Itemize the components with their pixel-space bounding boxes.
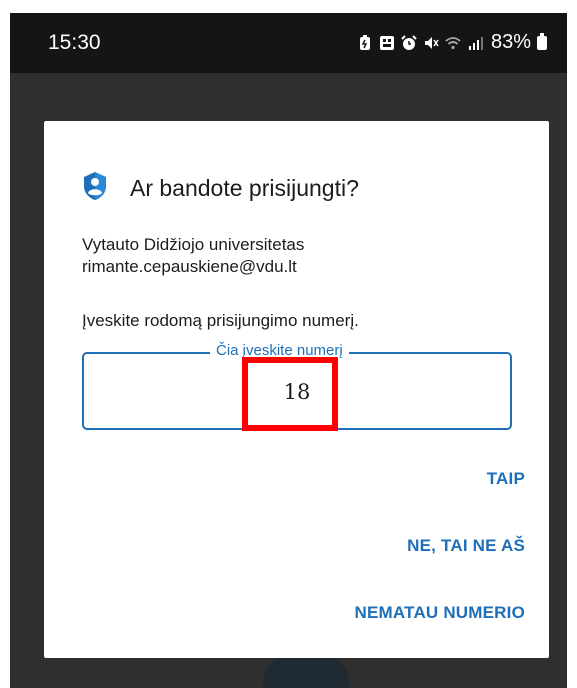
- dialog-header: Ar bandote prisijungti?: [82, 171, 359, 206]
- alarm-icon: [401, 34, 417, 51]
- wifi-icon: [445, 35, 461, 51]
- battery-percentage: 83%: [490, 31, 531, 53]
- sign-in-dialog: Ar bandote prisijungti? Vytauto Didžiojo…: [44, 121, 549, 658]
- phone-screen: 15:30 83% Ar bandote prisijungti? Vytaut…: [10, 13, 567, 688]
- red-highlight-box: [242, 357, 338, 431]
- sim-icon: [379, 35, 395, 51]
- status-icons: 83%: [357, 31, 547, 54]
- account-email: rimante.cepauskiene@vdu.lt: [82, 257, 297, 276]
- mute-icon: [423, 35, 439, 51]
- yes-button[interactable]: TAIP: [487, 469, 525, 489]
- battery-icon: [537, 32, 547, 50]
- status-time: 15:30: [48, 31, 101, 54]
- battery-saver-icon: [357, 34, 373, 51]
- authenticator-lock-icon: [82, 171, 108, 206]
- background-app-icon: [263, 653, 349, 688]
- status-bar: 15:30 83%: [10, 13, 567, 73]
- cant-see-number-button[interactable]: NEMATAU NUMERIO: [355, 603, 525, 623]
- signal-icon: [467, 35, 483, 51]
- organization-name: Vytauto Didžiojo universitetas: [82, 235, 305, 254]
- not-me-button[interactable]: NE, TAI NE AŠ: [407, 536, 525, 556]
- instruction-text: Įveskite rodomą prisijungimo numerį.: [82, 311, 359, 330]
- dialog-title: Ar bandote prisijungti?: [130, 175, 359, 201]
